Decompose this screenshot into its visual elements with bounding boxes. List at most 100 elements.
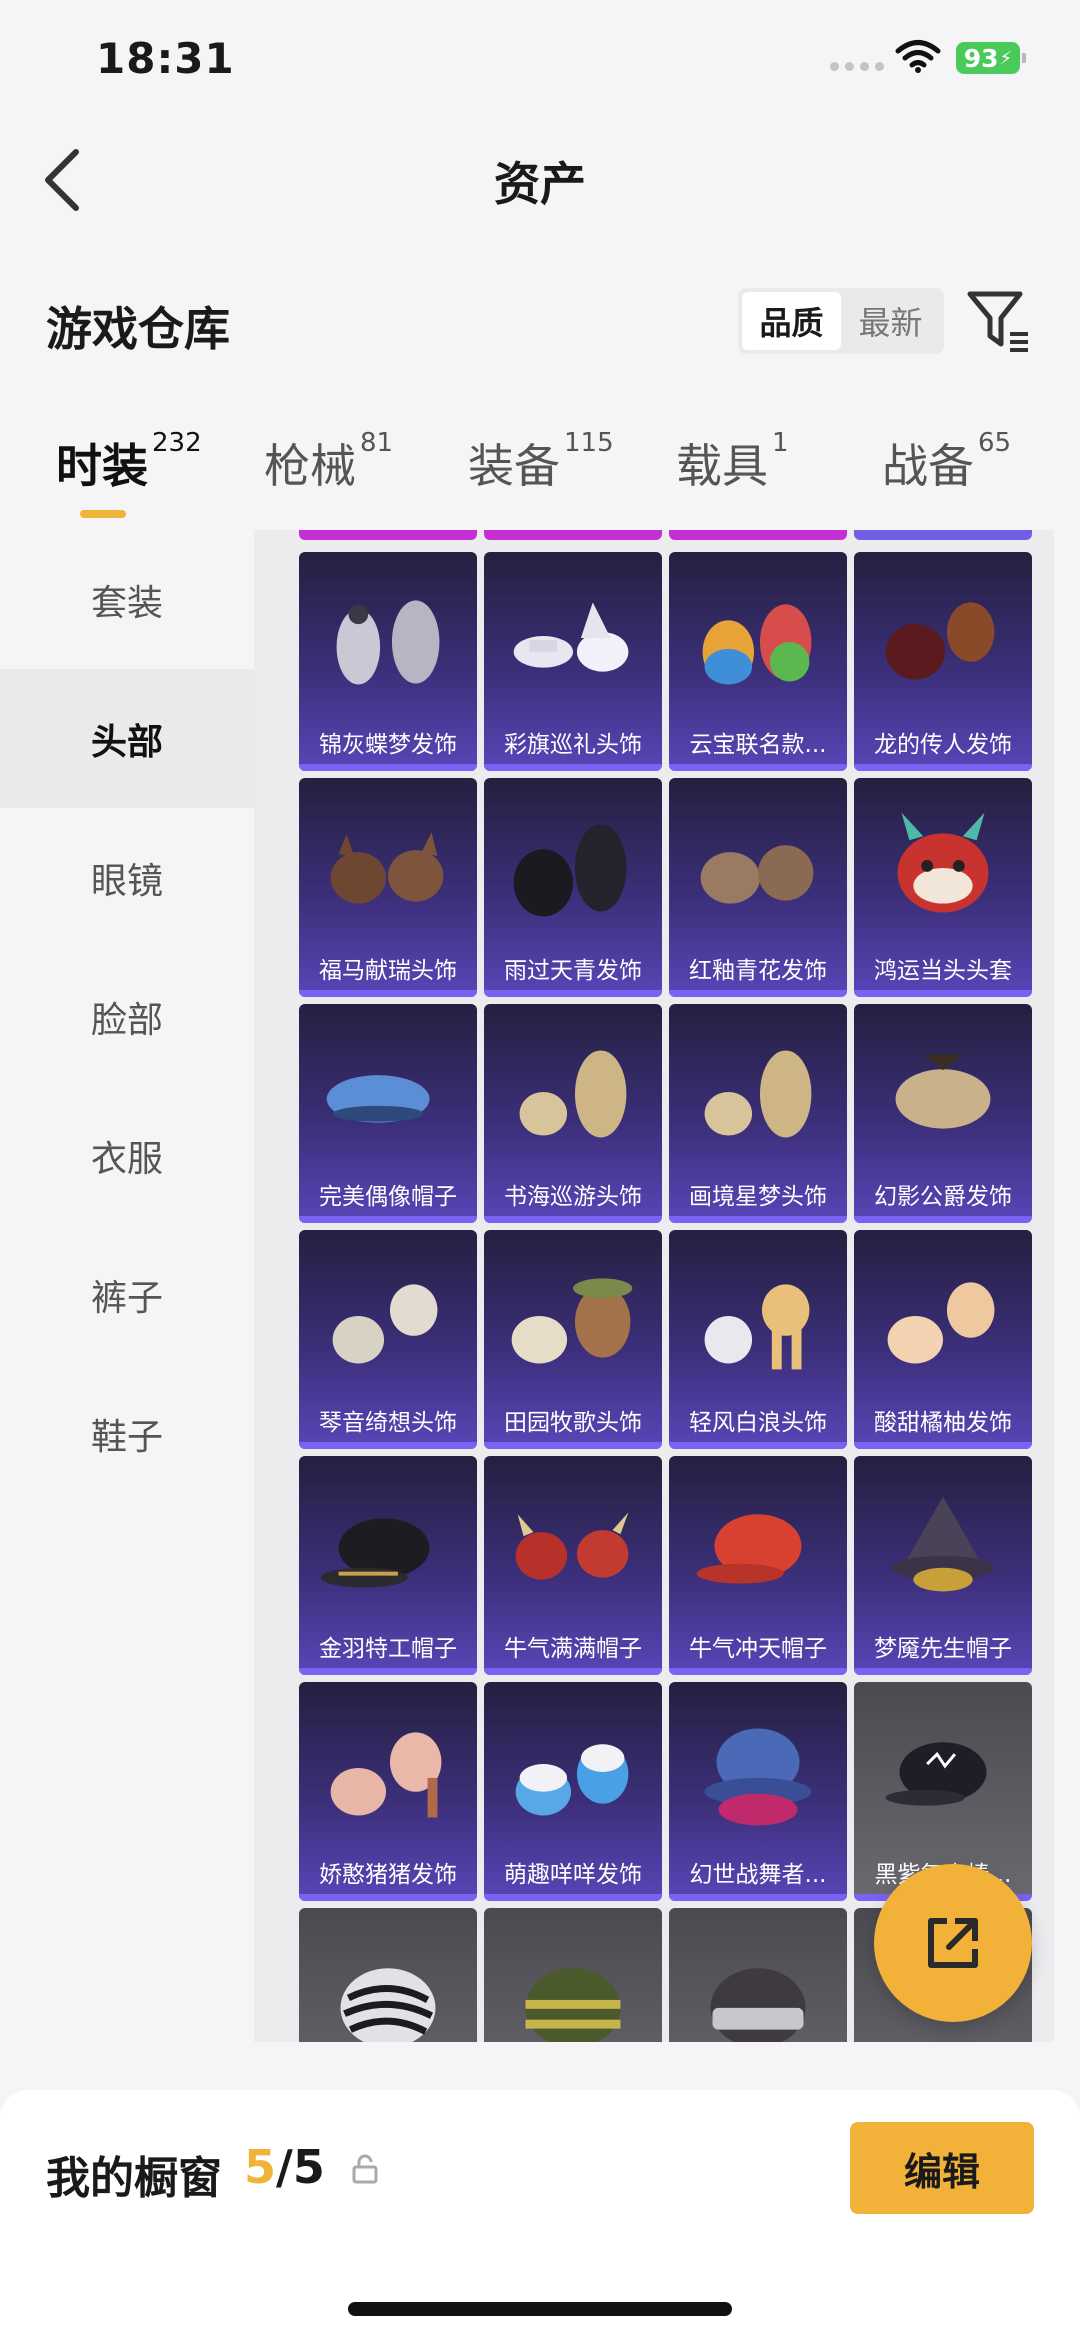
item-art [702,604,812,685]
tab-vehicles[interactable]: 载具 1 [676,428,789,496]
item-card[interactable]: 金羽特工帽子 [299,1456,477,1675]
sidebar-item-set[interactable]: 套装 [0,530,254,669]
item-card[interactable]: 梦魇先生帽子 [854,1456,1032,1675]
item-art [696,1514,802,1584]
item-card[interactable]: 鸿运当头头套 [854,778,1032,997]
tab-firearms[interactable]: 枪械 81 [264,428,393,496]
item-card[interactable]: 龙的传人发饰 [854,552,1032,771]
previous-row-edge [484,530,662,540]
item-card[interactable]: 锦灰蝶梦发饰 [299,552,477,771]
item-name: 红釉青花发饰 [689,958,827,984]
item-card[interactable]: 画境星梦头饰 [669,1004,847,1223]
item-art [326,1075,430,1123]
wifi-icon [895,40,941,73]
sidebar-item-glasses[interactable]: 眼镜 [0,808,254,947]
item-art [340,1968,436,2042]
item-art [511,1278,633,1364]
item-grid-panel: 锦灰蝶梦发饰 彩旗巡礼头饰 云宝联名款... 龙的传人发饰福马献瑞头饰 雨过天青发饰 红釉… [254,530,1054,2042]
sidebar-item-face[interactable]: 脸部 [0,947,254,1086]
previous-row-edge [299,530,477,540]
tab-supplies[interactable]: 战备 65 [882,428,1011,496]
item-grid: 锦灰蝶梦发饰 彩旗巡礼头饰 云宝联名款... 龙的传人发饰福马献瑞头饰 雨过天青发饰 红釉… [299,552,1032,2042]
item-card[interactable]: 云宝联名款... [669,552,847,771]
item-art [704,1284,810,1370]
item-name: 牛气满满帽子 [504,1636,642,1662]
share-button[interactable] [874,1864,1032,2022]
status-bar: 18:31 93 ⚡ [0,0,1080,120]
item-name: 雨过天青发饰 [504,958,642,984]
sidebar-item-head[interactable]: 头部 [0,669,254,808]
showcase-count: 5/5 [244,2140,325,2194]
item-art [513,602,629,672]
item-card[interactable] [299,1908,477,2042]
filter-icon[interactable] [964,286,1034,356]
item-card[interactable]: 牛气冲天帽子 [669,1456,847,1675]
item-card[interactable]: 完美偶像帽子 [299,1004,477,1223]
tab-count: 115 [564,428,614,458]
item-art [515,1744,629,1816]
item-name: 幻影公爵发饰 [874,1184,1012,1210]
item-art [513,824,627,917]
item-card[interactable]: 红釉青花发饰 [669,778,847,997]
item-name: 书海巡游头饰 [504,1184,642,1210]
item-name: 娇憨猪猪发饰 [319,1862,457,1888]
item-card[interactable] [669,1908,847,2042]
sort-option-latest[interactable]: 最新 [841,292,940,350]
battery-level: 93 [963,43,999,73]
item-card[interactable]: 田园牧歌头饰 [484,1230,662,1449]
item-name: 彩旗巡礼头饰 [504,732,642,758]
edit-button[interactable]: 编辑 [850,2122,1034,2214]
item-card[interactable]: 福马献瑞头饰 [299,778,477,997]
item-art [700,845,814,904]
sort-option-quality[interactable]: 品质 [742,292,841,350]
item-art [891,1496,995,1592]
item-card[interactable] [484,1908,662,2042]
item-name: 锦灰蝶梦发饰 [319,732,457,758]
item-card[interactable]: 书海巡游头饰 [484,1004,662,1223]
item-art [704,1050,812,1138]
active-tab-indicator [80,510,126,518]
tab-fashion[interactable]: 时装 232 [56,428,202,496]
tab-label: 时装 [56,439,148,493]
sort-toggle: 品质 最新 [738,288,944,354]
sidebar-item-clothes[interactable]: 衣服 [0,1086,254,1225]
tab-label: 装备 [468,439,560,493]
showcase-current: 5 [244,2140,277,2194]
page-title: 资产 [494,157,586,211]
item-name: 画境星梦头饰 [689,1184,827,1210]
battery-indicator: 93 ⚡ [956,42,1026,74]
item-name: 琴音绮想头饰 [319,1410,457,1436]
item-name: 轻风白浪头饰 [689,1410,827,1436]
item-card[interactable]: 萌趣咩咩发饰 [484,1682,662,1901]
subcategory-sidebar: 套装 头部 眼镜 脸部 衣服 裤子 鞋子 [0,530,254,2040]
home-indicator [348,2302,732,2316]
sidebar-item-shoes[interactable]: 鞋子 [0,1364,254,1503]
item-card[interactable]: 娇憨猪猪发饰 [299,1682,477,1901]
tab-equipment[interactable]: 装备 115 [468,428,614,496]
item-name: 萌趣咩咩发饰 [504,1862,642,1888]
item-card[interactable]: 琴音绮想头饰 [299,1230,477,1449]
showcase-total: /5 [276,2140,325,2194]
item-art [710,1968,806,2042]
item-card[interactable]: 轻风白浪头饰 [669,1230,847,1449]
item-art [320,1518,430,1588]
item-art [897,812,989,913]
item-name: 福马献瑞头饰 [319,958,457,984]
item-art [332,1284,438,1364]
item-name: 龙的传人发饰 [874,732,1012,758]
tab-count: 232 [152,428,202,458]
item-card[interactable]: 幻世战舞者... [669,1682,847,1901]
item-card[interactable]: 牛气满满帽子 [484,1456,662,1675]
item-card[interactable]: 雨过天青发饰 [484,778,662,997]
item-name: 梦魇先生帽子 [874,1636,1012,1662]
item-card[interactable]: 彩旗巡礼头饰 [484,552,662,771]
item-name: 田园牧歌头饰 [504,1410,642,1436]
item-card[interactable]: 酸甜橘柚发饰 [854,1230,1032,1449]
sidebar-item-pants[interactable]: 裤子 [0,1225,254,1364]
unlock-icon [352,2154,378,2184]
section-title: 游戏仓库 [46,302,230,356]
share-icon [928,1918,978,1968]
tab-label: 战备 [882,439,974,493]
showcase-title: 我的橱窗 [46,2153,222,2204]
item-card[interactable]: 幻影公爵发饰 [854,1004,1032,1223]
